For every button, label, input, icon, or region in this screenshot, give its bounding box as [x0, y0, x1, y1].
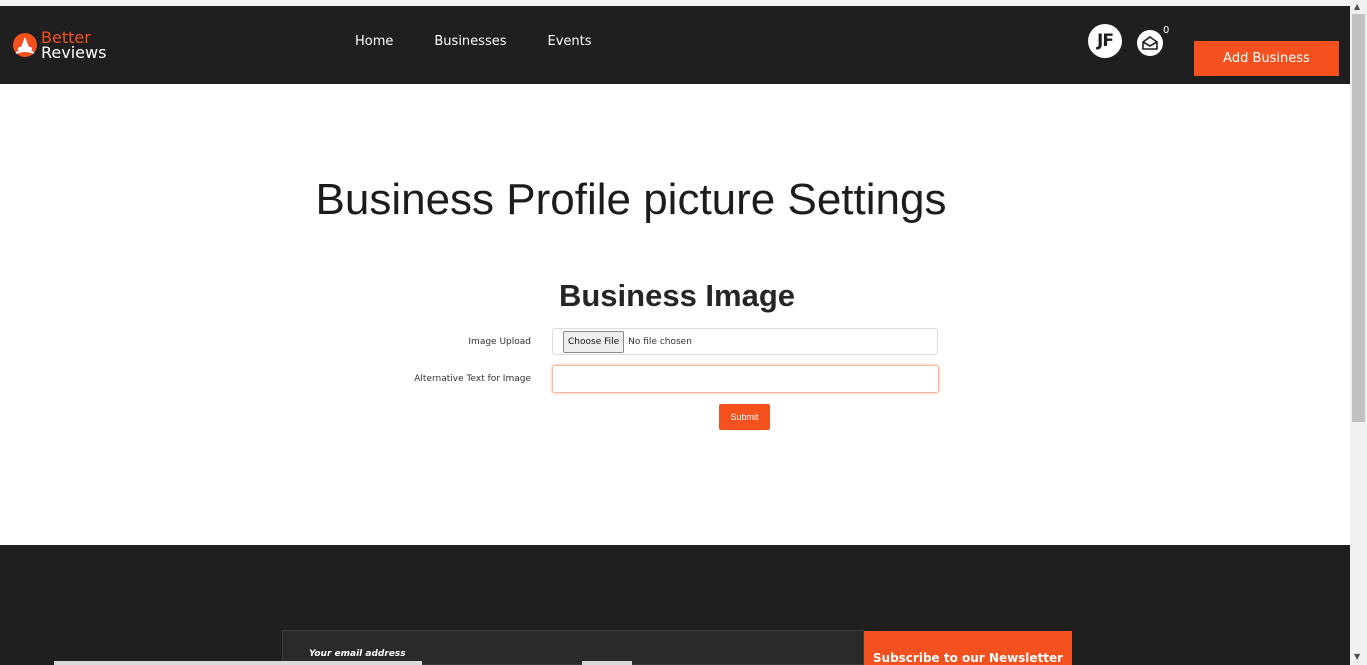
envelope-icon [1142, 36, 1158, 50]
image-upload-label: Image Upload [468, 337, 531, 347]
main-nav: Home Businesses Events [355, 34, 633, 49]
file-status-text: No file chosen [628, 336, 692, 347]
add-business-button[interactable]: Add Business [1194, 41, 1339, 76]
nav-events[interactable]: Events [548, 34, 592, 49]
nav-home[interactable]: Home [355, 34, 393, 49]
email-placeholder: Your email address [309, 649, 406, 659]
footer: Your email address Subscribe to our News… [0, 545, 1350, 665]
nav-businesses[interactable]: Businesses [434, 34, 506, 49]
choose-file-button[interactable]: Choose File [563, 330, 625, 353]
brand-logo[interactable]: Better Reviews [13, 27, 106, 63]
messages-count-badge: 0 [1163, 25, 1170, 36]
bottom-bar-center [582, 661, 632, 665]
section-title: Business Image [558, 278, 796, 313]
scroll-up-icon[interactable]: ▲ [1354, 2, 1360, 11]
alt-text-label: Alternative Text for Image [414, 374, 531, 384]
subscribe-button[interactable]: Subscribe to our Newsletter [864, 631, 1072, 665]
bottom-bar-left [54, 661, 422, 665]
scroll-thumb[interactable] [1352, 14, 1365, 422]
messages-button[interactable] [1137, 30, 1163, 56]
page-title: Business Profile picture Settings [315, 175, 947, 224]
user-avatar[interactable]: JF [1088, 24, 1122, 58]
brand-name-line2: Reviews [41, 43, 107, 62]
scroll-down-icon[interactable]: ▼ [1354, 652, 1360, 661]
image-upload-field[interactable]: Choose File No file chosen [552, 328, 938, 355]
vertical-scrollbar[interactable]: ▲ ▼ [1350, 0, 1367, 665]
newsletter-email-input[interactable]: Your email address [282, 630, 864, 665]
better-reviews-logo-icon [13, 33, 37, 57]
submit-button[interactable]: Submit [719, 404, 770, 430]
alt-text-input[interactable] [552, 365, 939, 393]
